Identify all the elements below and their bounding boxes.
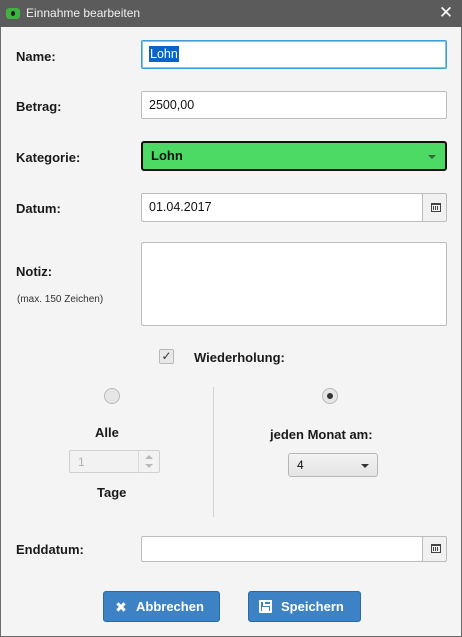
- chevron-up-icon[interactable]: [145, 455, 153, 459]
- amount-input[interactable]: 2500,00: [141, 91, 447, 119]
- close-icon: ✖: [115, 599, 127, 615]
- cancel-button[interactable]: ✖ Abbrechen: [103, 591, 220, 622]
- days-label: Tage: [97, 485, 127, 500]
- save-icon: [259, 600, 272, 613]
- cancel-button-label: Abbrechen: [136, 599, 204, 614]
- eye-icon: [6, 8, 20, 19]
- divider: [213, 387, 214, 517]
- note-hint: (max. 150 Zeichen): [17, 294, 104, 305]
- every-label: Alle: [95, 425, 119, 440]
- end-date-label: Enddatum:: [16, 542, 84, 557]
- days-spinner[interactable]: 1: [69, 450, 160, 473]
- dialog-body: Name: Lohn Betrag: 2500,00 Kategorie: Lo…: [0, 27, 462, 637]
- spinner-buttons: [138, 451, 159, 473]
- days-spinner-value: 1: [78, 455, 85, 469]
- name-input[interactable]: Lohn: [141, 40, 447, 69]
- date-picker-button[interactable]: [422, 193, 447, 222]
- category-label: Kategorie:: [16, 150, 81, 165]
- note-textarea[interactable]: [141, 242, 447, 326]
- amount-label: Betrag:: [16, 99, 62, 114]
- save-button-label: Speichern: [281, 599, 344, 614]
- end-date-picker-button[interactable]: [422, 536, 447, 562]
- note-label: Notiz:: [16, 264, 53, 279]
- monthly-day-value: 4: [297, 458, 304, 472]
- calendar-icon: [431, 544, 441, 553]
- repeat-label: Wiederholung:: [194, 350, 285, 365]
- date-input[interactable]: 01.04.2017: [141, 193, 423, 222]
- window-title: Einnahme bearbeiten: [26, 6, 141, 20]
- date-label: Datum:: [16, 201, 61, 216]
- save-button[interactable]: Speichern: [248, 591, 361, 622]
- end-date-input[interactable]: [141, 536, 423, 562]
- category-select[interactable]: Lohn: [141, 141, 447, 171]
- monthly-day-select[interactable]: 4: [288, 453, 378, 477]
- name-input-value: Lohn: [149, 46, 179, 62]
- monthly-radio[interactable]: [322, 388, 338, 404]
- repeat-checkbox[interactable]: ✓: [159, 349, 174, 364]
- chevron-down-icon: [428, 155, 436, 159]
- every-n-days-radio[interactable]: [104, 388, 120, 404]
- chevron-down-icon[interactable]: [145, 464, 153, 468]
- category-select-value: Lohn: [151, 148, 183, 163]
- title-bar: Einnahme bearbeiten ✕: [0, 0, 462, 27]
- monthly-label: jeden Monat am:: [270, 427, 373, 442]
- name-label: Name:: [16, 49, 56, 64]
- close-button[interactable]: ✕: [430, 0, 462, 27]
- chevron-down-icon: [361, 464, 369, 468]
- calendar-icon: [431, 203, 441, 212]
